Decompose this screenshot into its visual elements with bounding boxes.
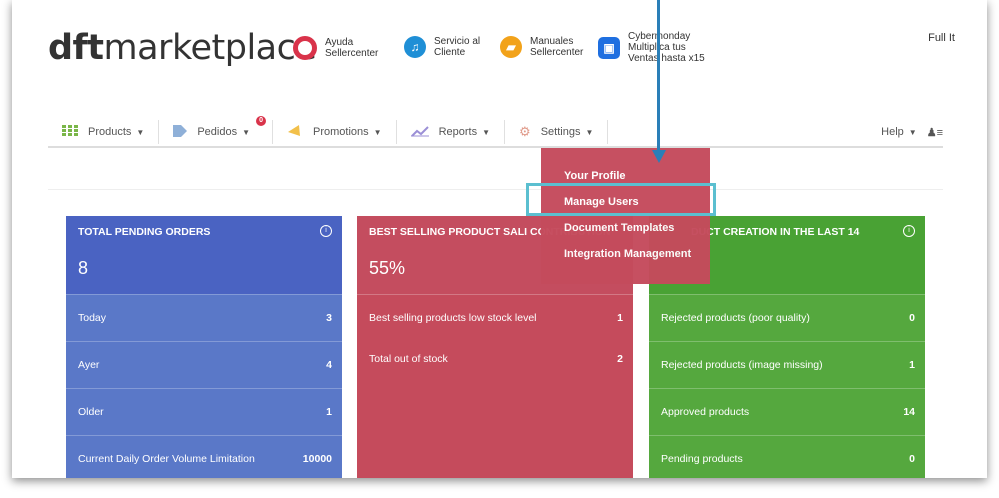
- nav-pedidos-label: Pedidos: [197, 126, 238, 138]
- caret-down-icon: ▼: [136, 127, 145, 137]
- lifebuoy-icon: [293, 36, 317, 60]
- annotation-arrow: [657, 0, 660, 150]
- nav-products-label: Products: [88, 126, 132, 138]
- card-row[interactable]: Best selling products low stock level 1: [357, 294, 633, 341]
- nav-products[interactable]: Products ▼: [48, 120, 160, 144]
- caret-down-icon: ▼: [482, 127, 491, 137]
- main-nav: Products ▼ Pedidos ▼ 0 Promotions ▼ Reports…: [48, 116, 943, 148]
- card-row[interactable]: Ayer 4: [66, 341, 342, 388]
- row-label: Rejected products (image missing): [661, 359, 823, 371]
- logo[interactable]: dftmarketplace: [48, 28, 317, 68]
- nav-pedidos[interactable]: Pedidos ▼ 0: [159, 116, 274, 144]
- card-value: 55%: [369, 258, 406, 278]
- card-row[interactable]: Total out of stock 2: [357, 341, 633, 387]
- arrow-head-icon: [652, 150, 666, 163]
- card-header: TOTAL PENDING ORDERS i 8: [66, 216, 342, 294]
- divider: [48, 189, 943, 190]
- row-label: Approved products: [661, 406, 750, 418]
- card-row[interactable]: Rejected products (poor quality) 0: [649, 294, 925, 341]
- caret-down-icon: ▼: [585, 127, 594, 137]
- card-row[interactable]: Pending products 0: [649, 435, 925, 478]
- row-value: 3: [326, 312, 332, 324]
- pedidos-badge: 0: [256, 116, 267, 126]
- manuals-link[interactable]: ▰ Manuales Sellercenter: [500, 36, 583, 58]
- row-value: 14: [903, 406, 915, 418]
- row-value: 1: [326, 406, 332, 418]
- user-menu-icon[interactable]: ♟≡: [927, 126, 943, 139]
- nav-promotions[interactable]: Promotions ▼: [273, 120, 397, 144]
- help-sellercenter-link[interactable]: Ayuda Sellercenter: [293, 36, 378, 60]
- row-label: Total out of stock: [369, 353, 448, 365]
- row-value: 2: [617, 353, 623, 365]
- tag-icon: [173, 124, 188, 140]
- caret-down-icon: ▼: [908, 127, 917, 137]
- row-label: Older: [78, 406, 104, 418]
- headset-icon: ♫: [404, 36, 426, 58]
- row-value: 1: [909, 359, 915, 371]
- menu-item-your-profile[interactable]: Your Profile: [564, 170, 626, 182]
- logo-text: marketplace: [103, 28, 317, 68]
- user-name[interactable]: Full It: [928, 32, 955, 44]
- nav-settings-label: Settings: [540, 126, 581, 138]
- card-row[interactable]: Current Daily Order Volume Limitation 100…: [66, 435, 342, 478]
- card-row[interactable]: Today 3: [66, 294, 342, 341]
- help-link-text: Ayuda Sellercenter: [325, 37, 379, 59]
- row-label: Current Daily Order Volume Limitation: [78, 453, 255, 465]
- row-label: Pending products: [661, 453, 743, 465]
- card-row[interactable]: Rejected products (image missing) 1: [649, 341, 925, 388]
- nav-help[interactable]: Help ▼ ♟≡: [881, 126, 943, 139]
- cybermonday-link[interactable]: ▣ CybermondayMultiplica tusVentas hasta …: [598, 31, 705, 64]
- caret-down-icon: ▼: [242, 127, 251, 137]
- row-value: 1: [617, 312, 623, 324]
- card-value: 8: [78, 258, 89, 278]
- row-label: Today: [78, 312, 107, 324]
- chart-icon: [410, 125, 429, 140]
- row-value: 0: [909, 312, 915, 324]
- customer-service-link[interactable]: ♫ Servicio al Cliente: [404, 36, 480, 58]
- row-label: Best selling products low stock level: [369, 312, 537, 324]
- caret-down-icon: ▼: [373, 127, 382, 137]
- grid-icon: [62, 125, 78, 139]
- info-icon[interactable]: i: [903, 225, 915, 237]
- gears-icon: ⚙: [519, 124, 531, 139]
- menu-item-integration-management[interactable]: Integration Management: [564, 248, 691, 260]
- menu-item-document-templates[interactable]: Document Templates: [564, 222, 674, 234]
- cybermonday-link-text: CybermondayMultiplica tusVentas hasta x1…: [628, 31, 705, 64]
- highlight-box: [526, 183, 716, 216]
- app-window: dftmarketplace Ayuda Sellercenter ♫ Servi…: [12, 0, 987, 478]
- row-value: 4: [326, 359, 332, 371]
- row-value: 10000: [302, 453, 332, 465]
- pending-orders-card: TOTAL PENDING ORDERS i 8 Today 3 Ayer 4 Ol…: [66, 216, 342, 478]
- row-label: Rejected products (poor quality): [661, 312, 810, 324]
- row-label: Ayer: [78, 359, 100, 371]
- manuals-link-text: Manuales Sellercenter: [530, 36, 584, 58]
- card-title: TOTAL PENDING ORDERS: [78, 226, 211, 238]
- nav-help-label: Help: [881, 126, 904, 138]
- megaphone-icon: [287, 124, 303, 140]
- book-icon: ▰: [500, 36, 522, 58]
- nav-reports[interactable]: Reports ▼: [397, 120, 506, 144]
- bag-icon: ▣: [598, 36, 620, 59]
- nav-settings[interactable]: ⚙ Settings ▼: [505, 120, 609, 144]
- logo-bold-text: dft: [48, 28, 104, 68]
- info-icon[interactable]: i: [320, 225, 332, 237]
- service-link-text: Servicio al Cliente: [434, 36, 481, 58]
- card-row[interactable]: Approved products 14: [649, 388, 925, 435]
- nav-reports-label: Reports: [438, 126, 478, 138]
- card-row[interactable]: Older 1: [66, 388, 342, 435]
- settings-dropdown: Your Profile Manage Users Document Templ…: [541, 148, 710, 284]
- card-title: DUCT CREATION IN THE LAST 14: [691, 226, 860, 238]
- nav-promotions-label: Promotions: [313, 126, 369, 138]
- row-value: 0: [909, 453, 915, 465]
